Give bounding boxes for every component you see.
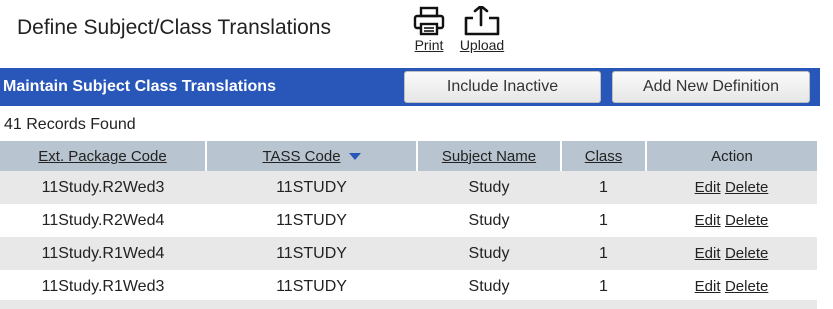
subject-name-cell: Study <box>417 237 561 270</box>
class-cell: 1 <box>561 270 646 303</box>
sort-desc-icon[interactable] <box>348 153 361 161</box>
edit-link[interactable]: Edit <box>695 179 721 196</box>
delete-link[interactable]: Delete <box>725 245 768 262</box>
page-title: Define Subject/Class Translations <box>17 16 331 39</box>
table-row: 11Study.R1Wed4 11STUDY Study 1 Edit Dele… <box>0 237 817 270</box>
printer-icon <box>413 6 445 36</box>
column-header-tass-code[interactable]: TASS Code <box>206 141 418 171</box>
edit-link[interactable]: Edit <box>695 278 721 295</box>
tass-code-cell: 11STUDY <box>206 171 417 204</box>
column-header-label[interactable]: Ext. Package Code <box>38 148 166 165</box>
delete-link[interactable]: Delete <box>725 212 768 229</box>
ext-package-code-cell: 11Study.R1Wed3 <box>0 270 206 303</box>
column-header-label[interactable]: Class <box>585 148 623 165</box>
column-header-subject-name[interactable]: Subject Name <box>417 141 562 171</box>
table-header-row: Ext. Package Code TASS Code Subject Name… <box>0 141 817 171</box>
add-new-definition-button[interactable]: Add New Definition <box>612 71 810 103</box>
column-header-class[interactable]: Class <box>561 141 647 171</box>
class-cell: 1 <box>561 171 646 204</box>
tass-code-cell: 11STUDY <box>206 270 417 303</box>
action-cell: Edit Delete <box>646 237 817 270</box>
table-row: 11Study.R2Wed3 11STUDY Study 1 Edit Dele… <box>0 171 817 204</box>
section-banner: Maintain Subject Class Translations Incl… <box>0 68 820 106</box>
column-header-action: Action <box>646 141 817 171</box>
print-button[interactable]: Print <box>413 6 445 53</box>
ext-package-code-cell: 11Study.R2Wed4 <box>0 204 206 237</box>
class-cell: 1 <box>561 204 646 237</box>
table-row: 11Study.R1Wed3 11STUDY Study 1 Edit Dele… <box>0 270 817 303</box>
column-header-label[interactable]: Subject Name <box>442 148 536 165</box>
subject-name-cell: Study <box>417 171 561 204</box>
include-inactive-button[interactable]: Include Inactive <box>404 71 601 103</box>
print-label[interactable]: Print <box>415 37 444 53</box>
column-header-label: Action <box>711 147 753 165</box>
upload-label[interactable]: Upload <box>460 37 504 53</box>
translations-table: Ext. Package Code TASS Code Subject Name… <box>0 141 817 303</box>
tass-code-cell: 11STUDY <box>206 237 417 270</box>
section-title: Maintain Subject Class Translations <box>3 78 276 95</box>
tass-code-cell: 11STUDY <box>206 204 417 237</box>
ext-package-code-cell: 11Study.R1Wed4 <box>0 237 206 270</box>
table-row: 11Study.R2Wed4 11STUDY Study 1 Edit Dele… <box>0 204 817 237</box>
edit-link[interactable]: Edit <box>695 212 721 229</box>
subject-name-cell: Study <box>417 270 561 303</box>
upload-button[interactable]: Upload <box>459 6 505 53</box>
upload-icon <box>459 6 505 36</box>
class-cell: 1 <box>561 237 646 270</box>
column-header-ext-package-code[interactable]: Ext. Package Code <box>0 141 207 171</box>
table-row-partial <box>0 300 817 309</box>
action-cell: Edit Delete <box>646 204 817 237</box>
ext-package-code-cell: 11Study.R2Wed3 <box>0 171 206 204</box>
action-cell: Edit Delete <box>646 171 817 204</box>
action-cell: Edit Delete <box>646 270 817 303</box>
delete-link[interactable]: Delete <box>725 278 768 295</box>
records-count: 41 Records Found <box>4 116 136 133</box>
edit-link[interactable]: Edit <box>695 245 721 262</box>
delete-link[interactable]: Delete <box>725 179 768 196</box>
column-header-label[interactable]: TASS Code <box>262 148 340 165</box>
subject-name-cell: Study <box>417 204 561 237</box>
